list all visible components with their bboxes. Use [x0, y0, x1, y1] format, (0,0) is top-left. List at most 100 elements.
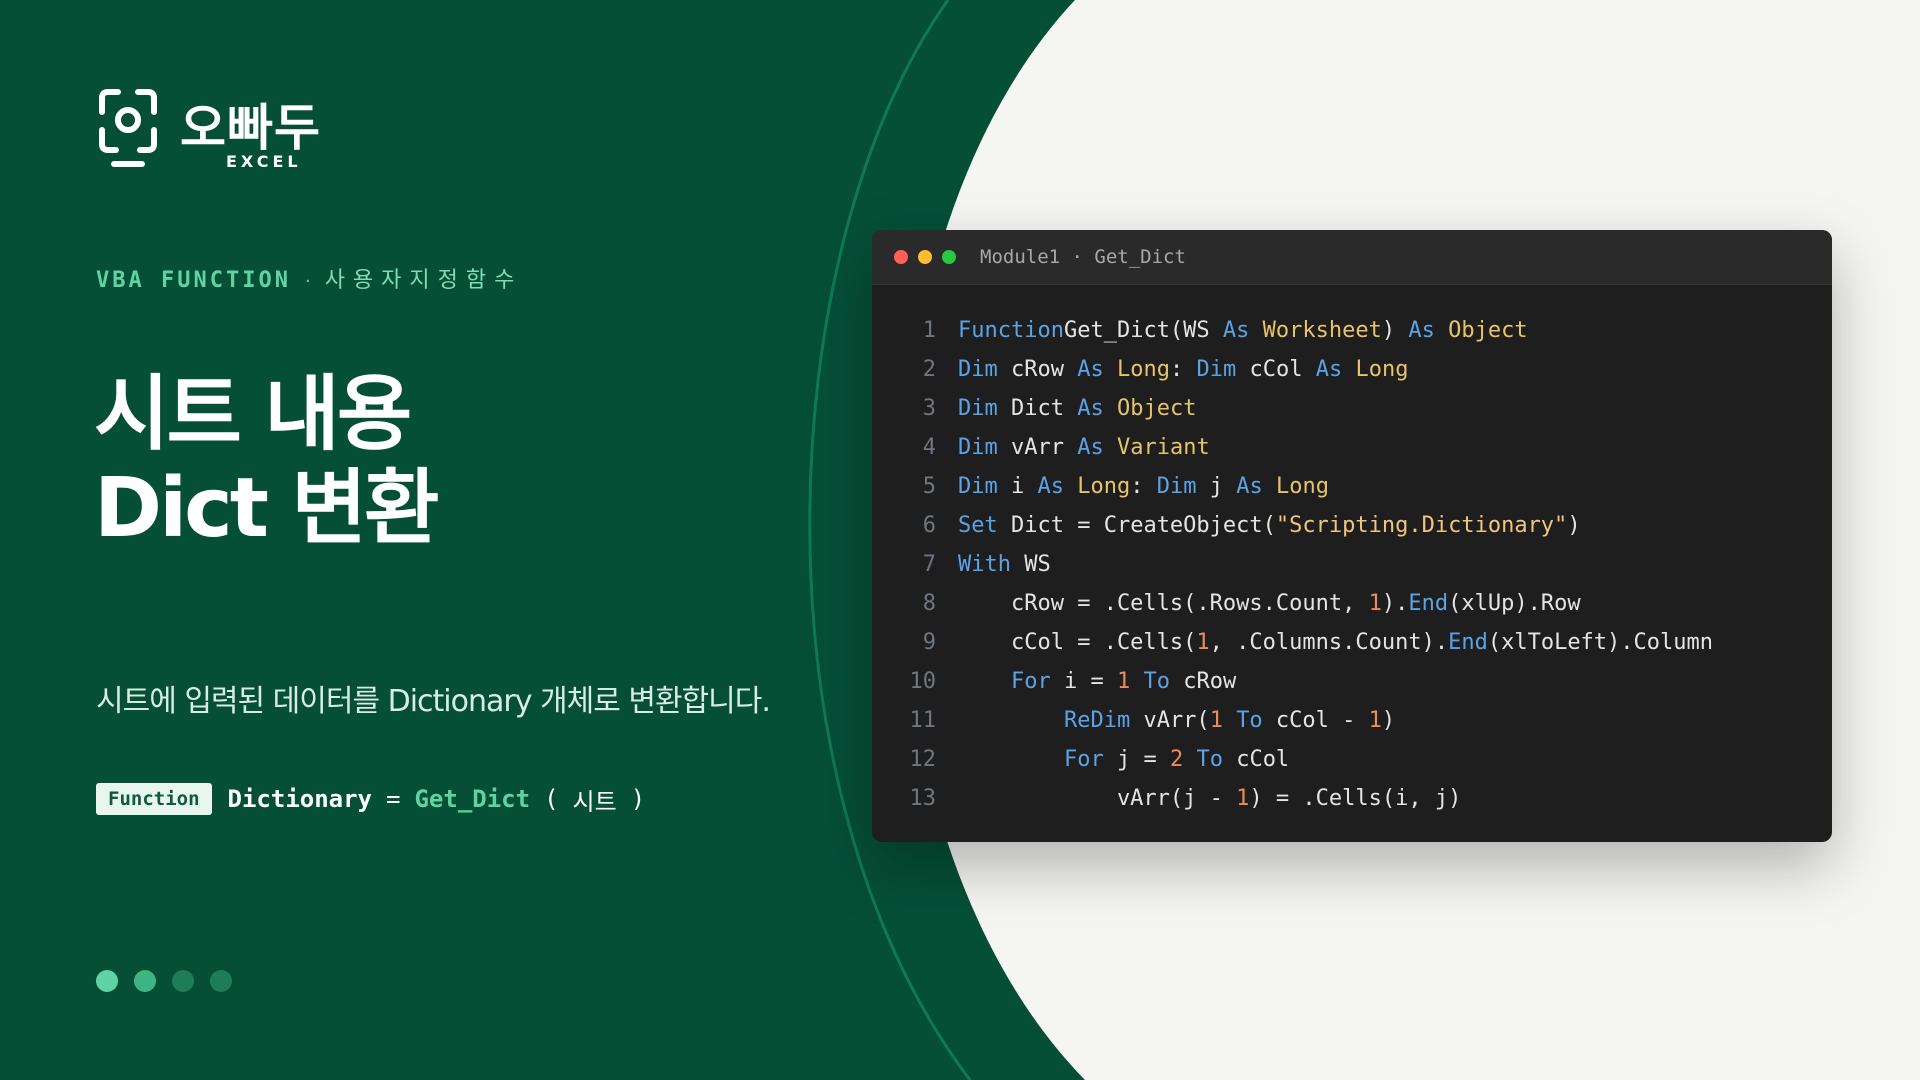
- code-token: Dim: [958, 435, 998, 460]
- code-token: As: [1315, 357, 1343, 382]
- editor-titlebar: Module1 · Get_Dict: [872, 230, 1832, 285]
- category-kicker: VBA FUNCTION · 사용자지정함수: [96, 262, 522, 294]
- code-token: i =: [1050, 669, 1117, 694]
- code-token: :: [1169, 357, 1197, 382]
- code-token: :: [1130, 474, 1157, 499]
- code-token: 1: [1368, 708, 1382, 733]
- line-number: 3: [922, 396, 936, 421]
- syntax-function-name: Get_Dict: [414, 785, 531, 813]
- code-line: 2 Dim cRow As Long: Dim cCol As Long: [872, 350, 1832, 389]
- code-token: Function: [958, 318, 1064, 343]
- code-token: WS: [1010, 552, 1051, 577]
- function-syntax: Function Dictionary = Get_Dict ( 시트 ): [96, 780, 659, 818]
- code-text: Dim Dict As Object: [958, 389, 1196, 428]
- line-number: 13: [909, 786, 937, 811]
- code-text: With WS: [958, 545, 1051, 584]
- code-token: To: [1196, 747, 1223, 772]
- code-token: ReDim: [1063, 708, 1131, 733]
- code-token: 1: [1196, 630, 1210, 655]
- pagination-dot[interactable]: [134, 970, 156, 992]
- editor-tab-title: Module1 · Get_Dict: [980, 246, 1186, 268]
- brand-sub: EXCEL: [226, 152, 302, 171]
- line-number: 8: [922, 591, 936, 616]
- code-token: ): [1567, 513, 1581, 538]
- code-token: For: [1010, 669, 1051, 694]
- maximize-window-button[interactable]: [942, 250, 956, 264]
- code-text: cRow = .Cells(.Rows.Count, 1).End(xlUp).…: [958, 584, 1581, 623]
- code-token: Dim: [958, 474, 998, 499]
- line-number: 11: [909, 708, 937, 733]
- code-line: 12 For j = 2 To cCol: [872, 740, 1832, 779]
- line-number: 2: [922, 357, 936, 382]
- code-token: cCol: [1236, 357, 1316, 382]
- page-title: 시트 내용 Dict 변환: [94, 368, 439, 556]
- code-token: cRow: [1169, 669, 1237, 694]
- category-label: VBA FUNCTION: [96, 268, 291, 293]
- pagination-dot[interactable]: [96, 970, 118, 992]
- code-text: Set Dict = CreateObject("Scripting.Dicti…: [958, 506, 1581, 545]
- minimize-window-button[interactable]: [918, 250, 932, 264]
- pagination-dots: [96, 970, 248, 992]
- code-token: 1: [1209, 708, 1223, 733]
- code-token: "Scripting.Dictionary": [1275, 513, 1568, 538]
- code-token: Long: [1077, 474, 1131, 499]
- code-token: Variant: [1116, 435, 1210, 460]
- code-line: 13 vArr(j - 1) = .Cells(i, j): [872, 779, 1832, 818]
- code-token: vArr(: [1130, 708, 1210, 733]
- code-token: Dim: [1156, 474, 1197, 499]
- code-token: Dim: [1196, 357, 1237, 382]
- code-token: End: [1408, 591, 1449, 616]
- code-token: As: [1077, 435, 1104, 460]
- syntax-equals: =: [386, 785, 401, 813]
- line-number: 1: [922, 318, 936, 343]
- code-token: To: [1236, 708, 1263, 733]
- code-line: 7 With WS: [872, 545, 1832, 584]
- code-token: ): [1381, 318, 1409, 343]
- code-line: 4 Dim vArr As Variant: [872, 428, 1832, 467]
- code-token: 1: [1236, 786, 1250, 811]
- code-line: 9 cCol = .Cells(1, .Columns.Count).End(x…: [872, 623, 1832, 662]
- pagination-dot[interactable]: [210, 970, 232, 992]
- line-number: 7: [922, 552, 936, 577]
- code-token: 1: [1116, 669, 1131, 694]
- kicker-separator: ·: [304, 271, 311, 292]
- code-token: Dim: [958, 357, 998, 382]
- code-token: i: [997, 474, 1038, 499]
- code-text: ReDim vArr(1 To cCol - 1): [958, 701, 1395, 740]
- code-token: As: [1408, 318, 1435, 343]
- line-number: 5: [922, 474, 936, 499]
- close-window-button[interactable]: [894, 250, 908, 264]
- line-number: 6: [922, 513, 936, 538]
- code-body: 1 FunctionGet_Dict(WS As Worksheet) As Ob…: [872, 285, 1832, 818]
- code-token: Long: [1355, 357, 1409, 382]
- line-number: 4: [922, 435, 936, 460]
- code-token: j: [1196, 474, 1237, 499]
- code-token: Set: [958, 513, 998, 538]
- pagination-dot[interactable]: [172, 970, 194, 992]
- code-text: vArr(j - 1) = .Cells(i, j): [958, 779, 1461, 818]
- code-token: vArr(j -: [958, 786, 1237, 811]
- code-token: Get_Dict(WS: [1063, 318, 1223, 343]
- code-token: cRow = .Cells(.Rows.Count,: [958, 591, 1369, 616]
- code-token: As: [1222, 318, 1250, 343]
- code-token: With: [958, 552, 1011, 577]
- syntax-argument: 시트: [572, 787, 617, 816]
- code-text: Dim i As Long: Dim j As Long: [958, 467, 1329, 506]
- code-text: FunctionGet_Dict(WS As Worksheet) As Obj…: [958, 311, 1528, 350]
- brand-name: 오빠두: [180, 99, 321, 157]
- code-token: ).: [1381, 591, 1409, 616]
- code-token: End: [1448, 630, 1488, 655]
- code-token: As: [1236, 474, 1263, 499]
- code-token: cCol = .Cells(: [958, 630, 1197, 655]
